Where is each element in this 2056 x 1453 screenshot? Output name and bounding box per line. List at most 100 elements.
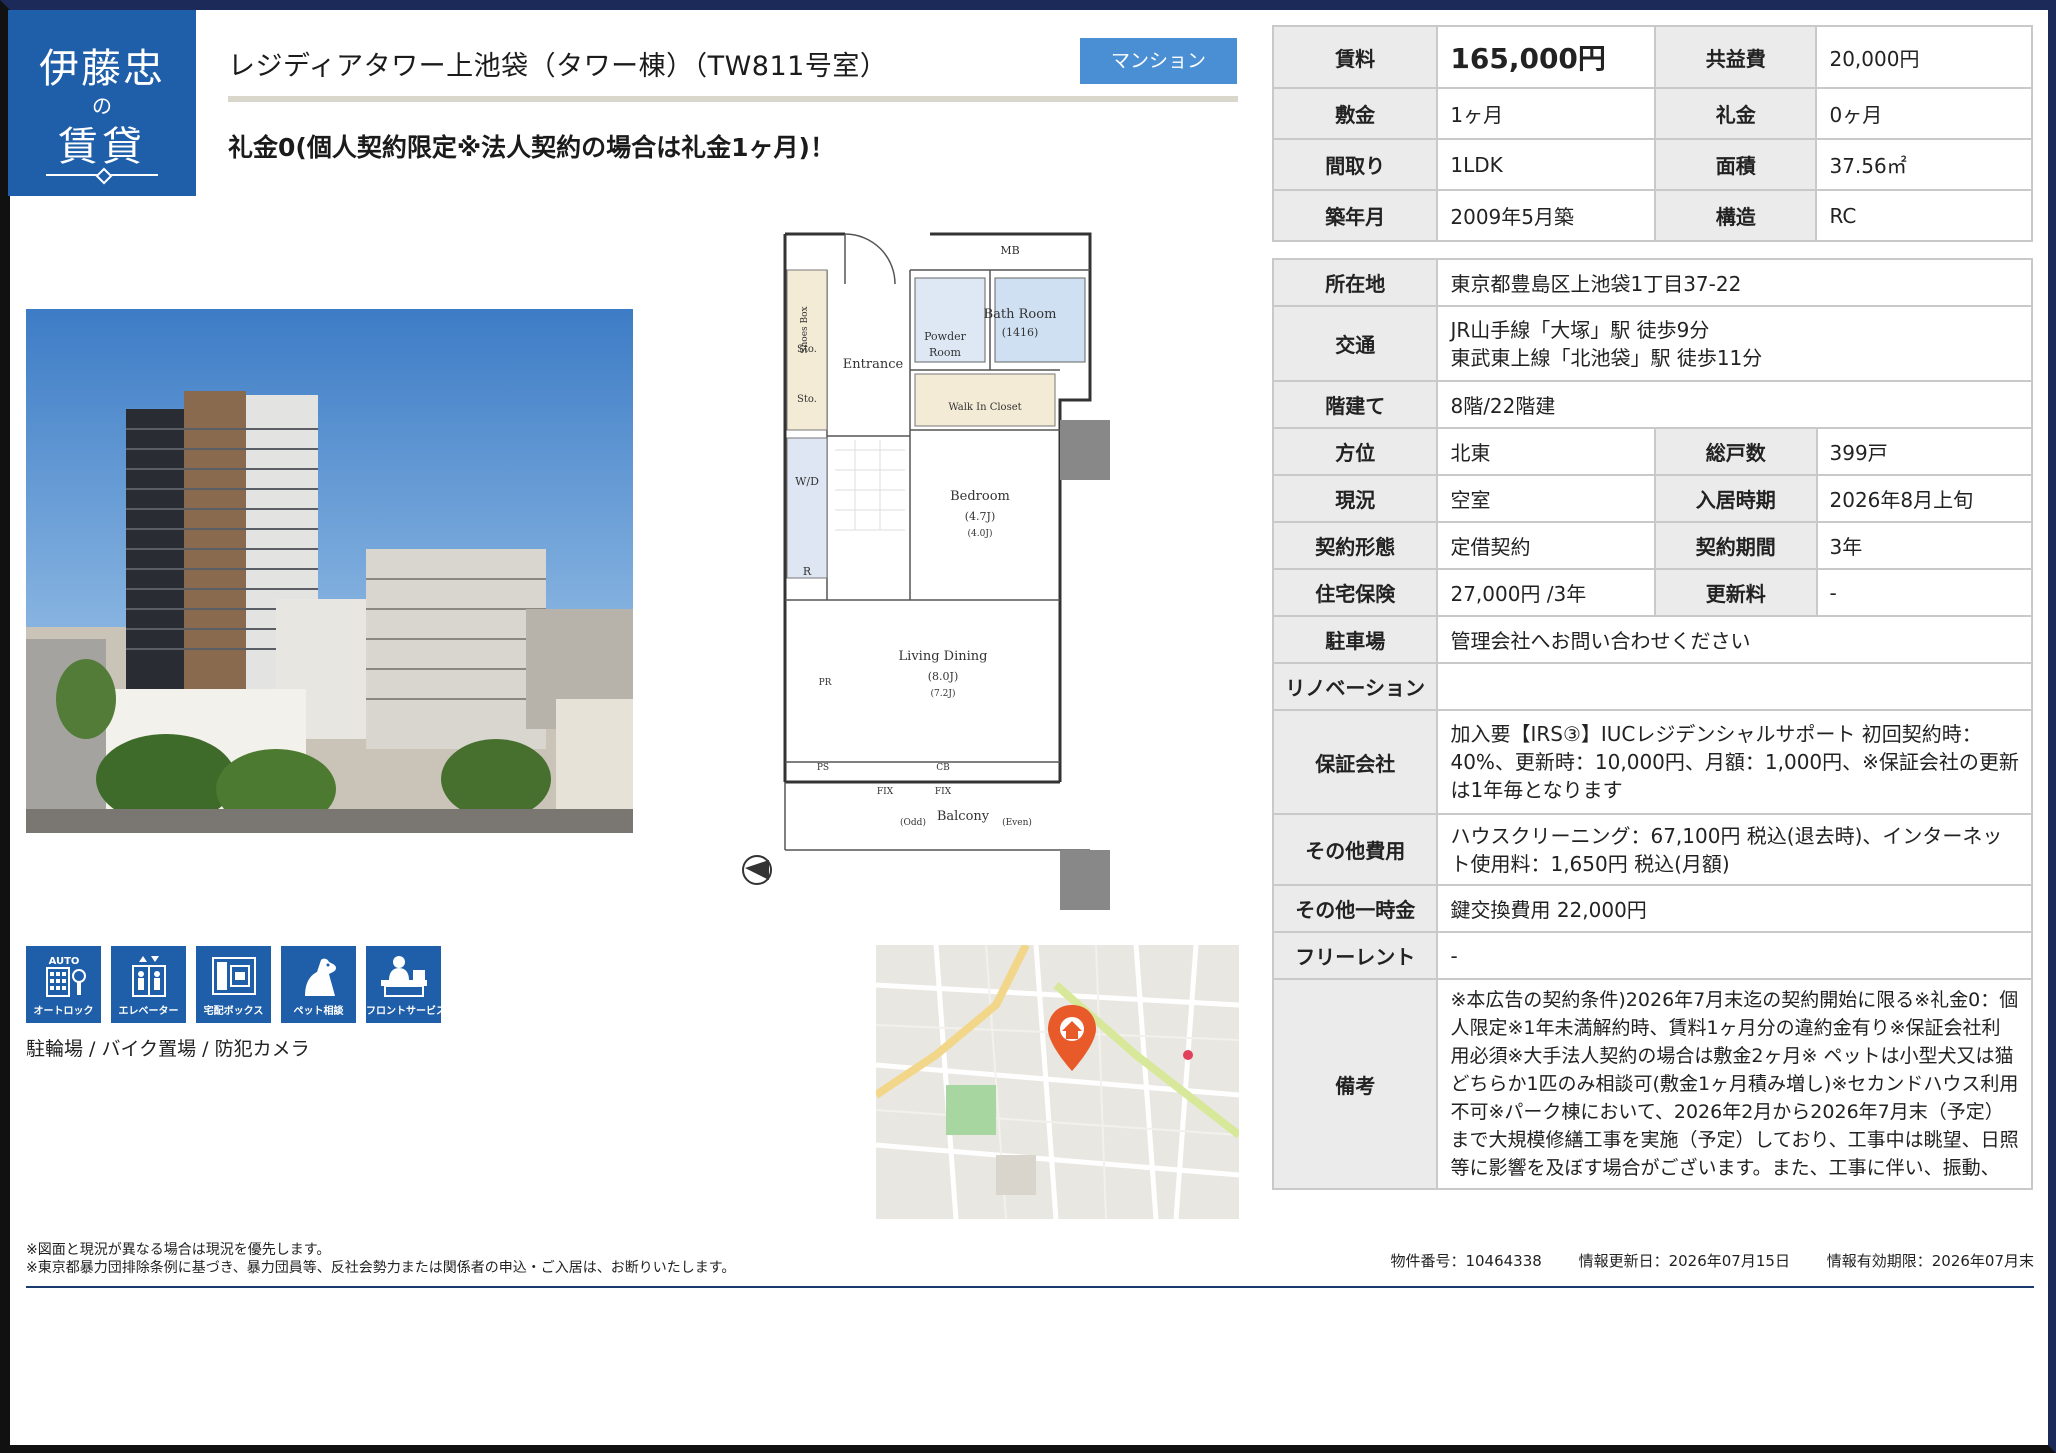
summary-table: 賃料 165,000円 共益費 20,000円 敷金 1ヶ月 礼金 0ヶ月 間取… [1271,25,2033,242]
parking-label: 駐車場 [1271,615,1439,664]
access-label: 交通 [1271,305,1439,382]
fp-even: (Even) [1002,817,1032,828]
move-in-value: 2026年8月上旬 [1815,474,2033,523]
amenity-icons: AUTO オートロック エレベーター 宅配ボックス ペット相談 フロントサービス [26,946,446,1023]
fp-walk-in-closet: Walk In Closet [948,402,1021,413]
move-in-label: 入居時期 [1654,474,1818,523]
rent-value: 165,000円 [1436,25,1657,89]
footnotes: ※図面と現況が異なる場合は現況を優先します。 ※東京都暴力団排除条例に基づき、暴… [26,1241,735,1277]
built-value: 2009年5月築 [1436,189,1657,242]
deposit-label: 敷金 [1271,87,1439,140]
layout-value: 1LDK [1436,138,1657,191]
features-list: 駐輪場 / バイク置場 / 防犯カメラ [26,1038,310,1060]
renewal-fee-value: - [1815,568,2033,617]
fp-bath-size: (1416) [1002,326,1039,339]
amenity-label: エレベーター [118,1006,179,1017]
title-divider [228,96,1238,102]
fp-r: R [803,565,812,578]
fp-fix-2: FIX [935,787,952,797]
other-fees-label: その他費用 [1271,813,1439,886]
other-fees-value: ハウスクリーニング：67,100円 税込(退去時)、インターネット使用料：1,6… [1436,813,2033,886]
area-label: 面積 [1654,138,1818,191]
status-value: 空室 [1436,474,1657,523]
fp-bedroom-j1: (4.7J) [965,510,996,523]
floor-plan: MB Shoes Box Sto. Sto. Entrance Powder R… [735,210,1120,910]
remarks-cell: ※本広告の契約条件)2026年7月末迄の契約開始に限る※礼金0：個人限定※1年未… [1436,978,2033,1190]
built-label: 築年月 [1271,189,1439,242]
fp-odd: (Odd) [900,817,926,828]
amenity-delivery-box: 宅配ボックス [196,946,271,1023]
other-onetime-value: 鍵交換費用 22,000円 [1436,884,2033,933]
floor-value: 8階/22階建 [1436,380,2033,429]
insurance-label: 住宅保険 [1271,568,1439,617]
amenity-elevator: エレベーター [111,946,186,1023]
free-rent-label: フリーレント [1271,931,1439,980]
amenity-label: 宅配ボックス [203,1006,264,1017]
access-line-2: 東武東上線「北池袋」駅 徒歩11分 [1450,345,1763,370]
building-photo [26,309,633,833]
fp-wd: W/D [795,475,819,488]
elevator-icon [111,954,186,998]
amenity-pet: ペット相談 [281,946,356,1023]
fp-powder-room-1: Powder [924,330,967,343]
fp-bedroom: Bedroom [950,489,1010,504]
renovation-label: リノベーション [1271,662,1439,711]
logo-line-3: 賃貸 [58,124,146,170]
fp-sto-1: Sto. [797,344,817,355]
pet-icon [281,954,356,998]
bottom-divider [26,1286,2034,1288]
guarantor-value: 加入要【IRS③】IUCレジデンシャルサポート 初回契約時：40%、更新時：10… [1436,709,2033,815]
delivery-box-icon [196,954,271,998]
fp-mb: MB [1000,244,1019,257]
fp-living-j2: (7.2J) [931,688,956,699]
floor-label: 階建て [1271,380,1439,429]
status-label: 現況 [1271,474,1439,523]
location-map[interactable] [876,945,1239,1219]
access-line-1: JR山手線「大塚」駅 徒歩9分 [1450,317,1710,342]
structure-value: RC [1815,189,2033,242]
contract-type-label: 契約形態 [1271,521,1439,570]
fp-bath-room: Bath Room [984,307,1057,322]
property-number: 物件番号：10464338 [1390,1252,1542,1270]
contract-type-value: 定借契約 [1436,521,1657,570]
amenity-front-service: フロントサービス [366,946,446,1023]
remarks-value: ※本広告の契約条件)2026年7月末迄の契約開始に限る※礼金0：個人限定※1年未… [1450,989,2019,1179]
logo-ornament [46,174,158,176]
fp-balcony: Balcony [937,809,990,824]
address-value: 東京都豊島区上池袋1丁目37-22 [1436,258,2033,307]
address-label: 所在地 [1271,258,1439,307]
insurance-value: 27,000円 /3年 [1436,568,1657,617]
amenity-label: ペット相談 [293,1006,344,1017]
common-fee-label: 共益費 [1654,25,1818,89]
catch-copy: 礼金0(個人契約限定※法人契約の場合は礼金1ヶ月)！ [228,133,835,162]
amenity-label: フロントサービス [366,1006,446,1017]
details-table: 所在地 東京都豊島区上池袋1丁目37-22 交通 JR山手線「大塚」駅 徒歩9分… [1271,258,2033,1190]
property-type-badge: マンション [1080,38,1237,84]
fp-entrance: Entrance [843,357,904,372]
fp-cb: CB [936,763,950,773]
key-money-value: 0ヶ月 [1815,87,2033,140]
parking-value: 管理会社へお問い合わせください [1436,615,2033,664]
renovation-value [1436,662,2033,711]
guarantor-label: 保証会社 [1271,709,1439,815]
units-value: 399戸 [1815,427,2033,476]
logo-line-1: 伊藤忠 [39,46,165,92]
remarks-label: 備考 [1271,978,1439,1190]
fp-sto-2: Sto. [797,394,817,405]
fp-bedroom-j2: (4.0J) [968,528,993,539]
footnote-2: ※東京都暴力団排除条例に基づき、暴力団員等、反社会勢力または関係者の申込・ご入居… [26,1260,736,1276]
units-label: 総戸数 [1654,427,1818,476]
access-value: JR山手線「大塚」駅 徒歩9分 東武東上線「北池袋」駅 徒歩11分 [1436,305,2033,382]
direction-value: 北東 [1436,427,1657,476]
renewal-fee-label: 更新料 [1654,568,1818,617]
free-rent-value: - [1436,931,2033,980]
front-service-icon [366,954,441,998]
auto-lock-icon: AUTO [26,954,101,998]
contract-period-label: 契約期間 [1654,521,1818,570]
fp-living-j1: (8.0J) [928,670,959,683]
structure-label: 構造 [1654,189,1818,242]
valid-until: 情報有効期限：2026年07月末 [1826,1252,2034,1270]
listing-meta: 物件番号：10464338 情報更新日：2026年07月15日 情報有効期限：2… [1368,1250,2034,1271]
direction-label: 方位 [1271,427,1439,476]
contract-period-value: 3年 [1815,521,2033,570]
